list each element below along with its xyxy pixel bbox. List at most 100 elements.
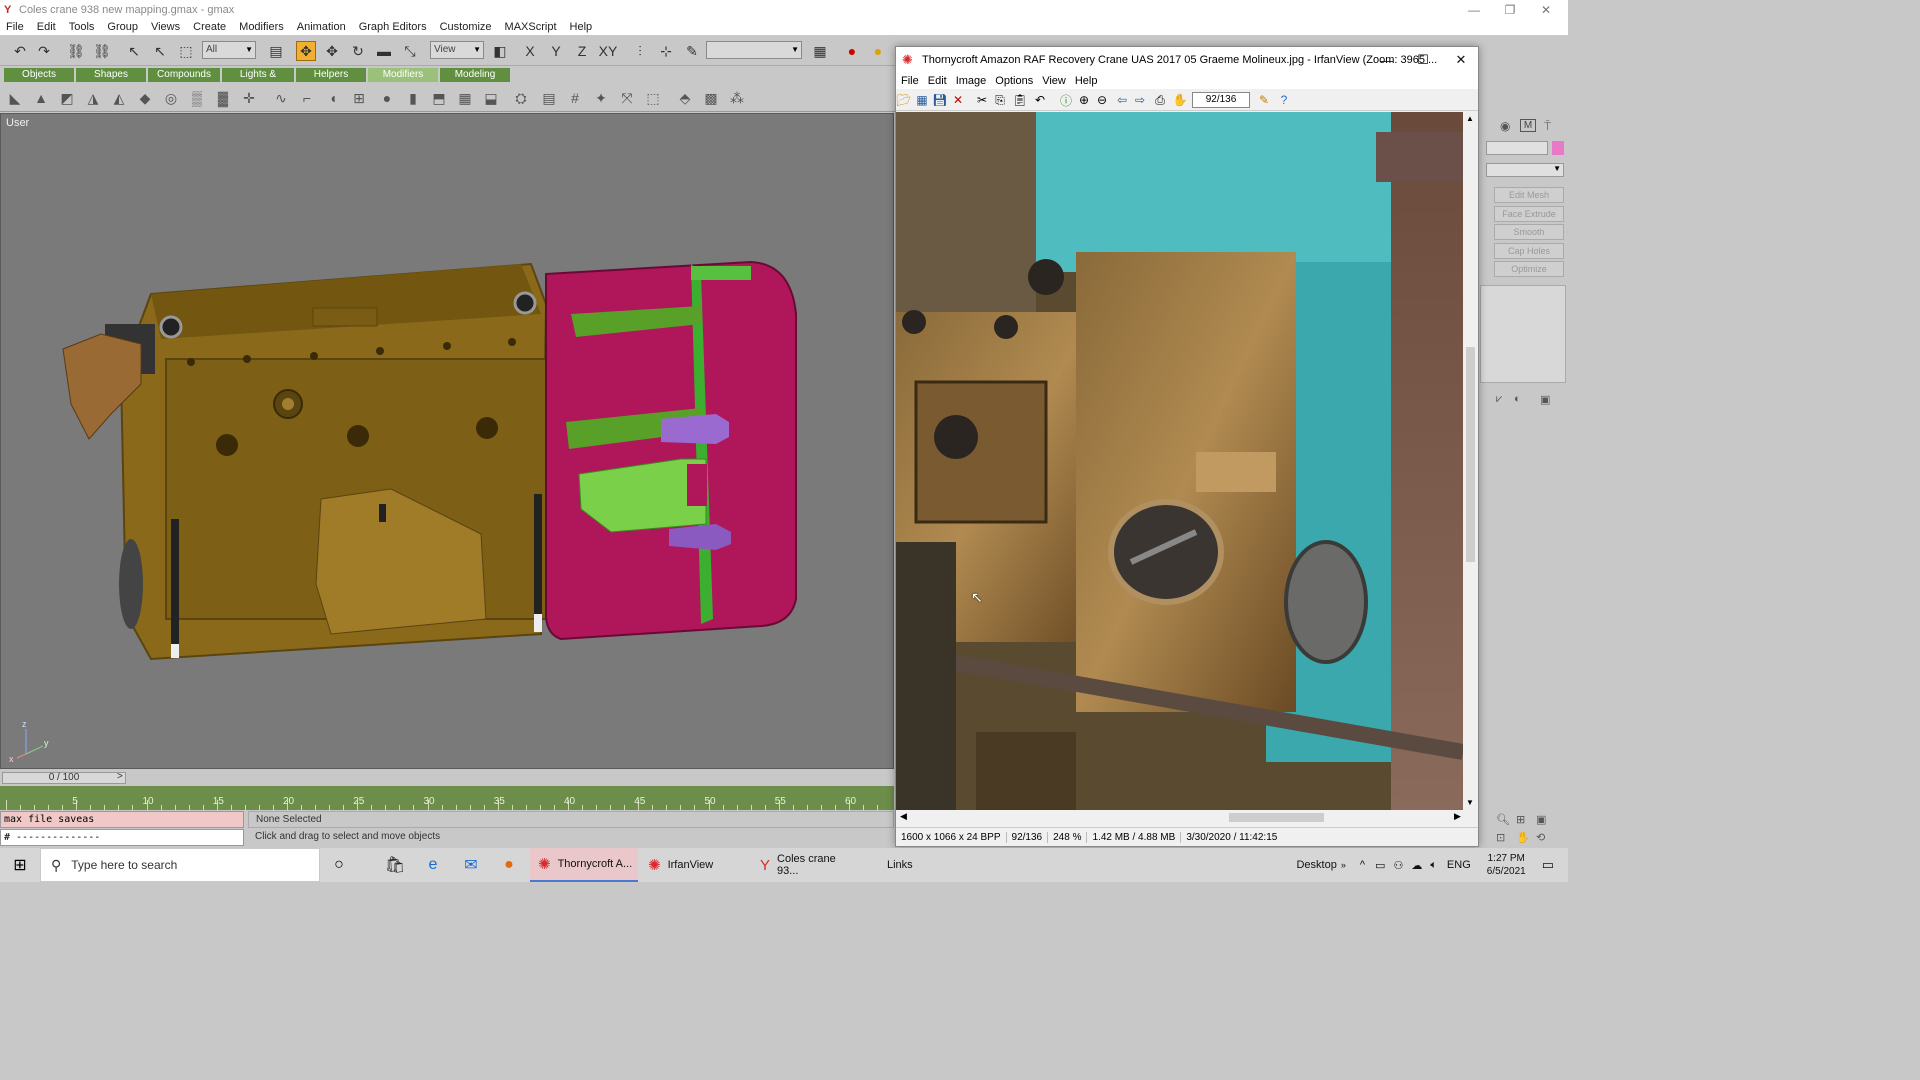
zoom-in-icon[interactable]: ⊕ — [1076, 92, 1092, 108]
sweep-icon[interactable]: ⛭ — [512, 89, 530, 107]
cap-holes-icon[interactable]: ⬓ — [482, 89, 500, 107]
scroll-up-icon[interactable]: ▲ — [1466, 114, 1474, 123]
snap-icon[interactable]: ✎ — [682, 41, 702, 61]
cylinder-icon[interactable]: ▮ — [404, 89, 422, 107]
coord-system-dropdown[interactable]: View — [430, 41, 484, 59]
desktop-toolbar[interactable]: Desktop — [1296, 859, 1336, 871]
bend-icon[interactable]: ◣ — [6, 89, 24, 107]
select-by-name-icon[interactable]: ↖ — [150, 41, 170, 61]
firefox-icon[interactable]: ● — [490, 848, 528, 882]
irfan-menu-edit[interactable]: Edit — [928, 75, 947, 87]
time-slider-thumb[interactable]: 0 / 100 — [2, 772, 126, 784]
tab-modifiers[interactable]: Modifiers — [368, 68, 438, 82]
smooth-button[interactable]: Smooth — [1494, 224, 1564, 240]
select-object-icon[interactable]: ↖ — [124, 41, 144, 61]
axis-z-icon[interactable]: Z — [572, 41, 592, 61]
irfan-menu-file[interactable]: File — [901, 75, 919, 87]
tab-lights-cameras[interactable]: Lights & Cameras — [222, 68, 294, 94]
checker-icon[interactable]: ▩ — [702, 89, 720, 107]
redo-icon[interactable]: ↷ — [34, 41, 54, 61]
irfan-close-icon[interactable]: ✕ — [1442, 47, 1480, 73]
lathe-icon[interactable]: ◖ — [324, 89, 342, 107]
undo-icon[interactable]: ↶ — [10, 41, 30, 61]
cortana-icon[interactable]: ○ — [320, 848, 358, 882]
hand-icon[interactable]: ✋ — [1172, 92, 1188, 108]
maxscript-listener-input[interactable]: max file saveas — [0, 811, 244, 828]
modifier-stack-list[interactable] — [1480, 285, 1566, 383]
smoothing-icon[interactable]: ⁂ — [728, 89, 746, 107]
object-color-swatch[interactable] — [1552, 141, 1564, 155]
scroll-down-icon[interactable]: ▼ — [1466, 798, 1474, 807]
horizontal-scroll-thumb[interactable] — [1229, 813, 1324, 822]
tab-helpers[interactable]: Helpers — [296, 68, 366, 82]
optimize-icon[interactable]: ▦ — [456, 89, 474, 107]
engine-model[interactable]: z y x — [1, 114, 894, 769]
copy-icon[interactable]: ⎘ — [992, 92, 1008, 108]
irfan-menu-image[interactable]: Image — [956, 75, 987, 87]
action-center-icon[interactable]: ▭ — [1542, 857, 1554, 873]
network-icon[interactable]: ⚇ — [1393, 859, 1403, 872]
toolbar-chevron-icon[interactable]: » — [1341, 860, 1346, 870]
paste-icon[interactable]: 📋︎ — [1012, 92, 1028, 108]
info-icon[interactable]: ⓘ — [1058, 92, 1074, 108]
quick-render-icon[interactable]: ● — [868, 41, 888, 61]
mail-icon[interactable]: ✉ — [452, 848, 490, 882]
menu-modifiers[interactable]: Modifiers — [239, 21, 284, 33]
clock[interactable]: 1:27 PM 6/5/2021 — [1487, 852, 1526, 878]
viewport-user[interactable]: User z y x — [0, 113, 894, 769]
zoom-icon[interactable]: 🔍︎ — [1496, 813, 1510, 826]
render-icon[interactable]: ● — [842, 41, 862, 61]
engine-photo[interactable]: ↖ — [896, 112, 1463, 810]
axis-x-icon[interactable]: X — [520, 41, 540, 61]
zoom-extents-icon[interactable]: ▣ — [1536, 813, 1546, 826]
twist-icon[interactable]: ◩ — [58, 89, 76, 107]
optimize-button[interactable]: Optimize — [1494, 261, 1564, 277]
irfan-minimize-icon[interactable]: — — [1368, 47, 1406, 73]
scale-icon[interactable]: ▬ — [374, 41, 394, 61]
delete-icon[interactable]: ✕ — [950, 92, 966, 108]
ffd-icon[interactable]: ◆ — [136, 89, 154, 107]
unlink-icon[interactable]: ⛓ — [92, 41, 112, 61]
select-rotate-icon[interactable]: ✥ — [322, 41, 342, 61]
zoom-out-icon[interactable]: ⊖ — [1094, 92, 1110, 108]
menu-customize[interactable]: Customize — [440, 21, 492, 33]
mesh-smooth-icon[interactable]: ▓ — [214, 89, 232, 107]
xform-icon[interactable]: ✛ — [240, 89, 258, 107]
pivot-center-icon[interactable]: ◧ — [490, 41, 510, 61]
sphere-icon[interactable]: ● — [378, 89, 396, 107]
track-bar[interactable]: 5 10 15 20 25 30 35 40 45 50 55 60 — [0, 786, 894, 810]
time-slider[interactable]: < 0 / 100 > — [0, 771, 894, 785]
axis-y-icon[interactable]: Y — [546, 41, 566, 61]
language-indicator[interactable]: ENG — [1447, 859, 1471, 871]
display-icon[interactable]: ◉ — [1500, 119, 1510, 133]
tray-expand-icon[interactable]: ^ — [1360, 859, 1365, 871]
windows-start-icon[interactable]: ⊞ — [0, 848, 40, 882]
face-extrude-button[interactable]: Face Extrude — [1494, 206, 1564, 222]
menu-maxscript[interactable]: MAXScript — [505, 21, 557, 33]
configure-modifiers-icon[interactable]: ▣ — [1540, 393, 1550, 406]
stretch-icon[interactable]: ◭ — [110, 89, 128, 107]
horizontal-scrollbar[interactable]: ◀ ▶ — [896, 810, 1463, 825]
object-name-field[interactable] — [1486, 141, 1548, 155]
vertical-scroll-thumb[interactable] — [1466, 347, 1475, 562]
pan-icon[interactable]: ✋ — [1516, 831, 1530, 844]
properties-icon[interactable]: ✎ — [1256, 92, 1272, 108]
taper-icon[interactable]: ▲ — [32, 89, 50, 107]
scroll-right-icon[interactable]: ▶ — [1454, 811, 1461, 822]
modifier-list-dropdown[interactable]: ▼ — [1486, 163, 1564, 177]
menu-graph-editors[interactable]: Graph Editors — [359, 21, 427, 33]
irfan-maximize-icon[interactable]: ☐ — [1404, 47, 1442, 73]
cap-holes-button[interactable]: Cap Holes — [1494, 243, 1564, 259]
spherify-icon[interactable]: ◎ — [162, 89, 180, 107]
vertex-icon[interactable]: ✦ — [592, 89, 610, 107]
zoom-all-icon[interactable]: ⊞ — [1516, 813, 1525, 826]
previous-icon[interactable]: ⇦ — [1114, 92, 1130, 108]
edit-mesh-button[interactable]: Edit Mesh — [1494, 187, 1564, 203]
select-link-icon[interactable]: ⛓ — [66, 41, 86, 61]
manipulate-icon[interactable]: ⤡ — [400, 41, 420, 61]
select-move-icon[interactable]: ✥ — [296, 41, 316, 61]
material-editor-icon[interactable]: ▦ — [810, 41, 830, 61]
pin-stack-icon[interactable]: ⩗ — [1496, 393, 1502, 406]
next-icon[interactable]: ⇨ — [1132, 92, 1148, 108]
tab-compounds[interactable]: Compounds — [148, 68, 220, 82]
